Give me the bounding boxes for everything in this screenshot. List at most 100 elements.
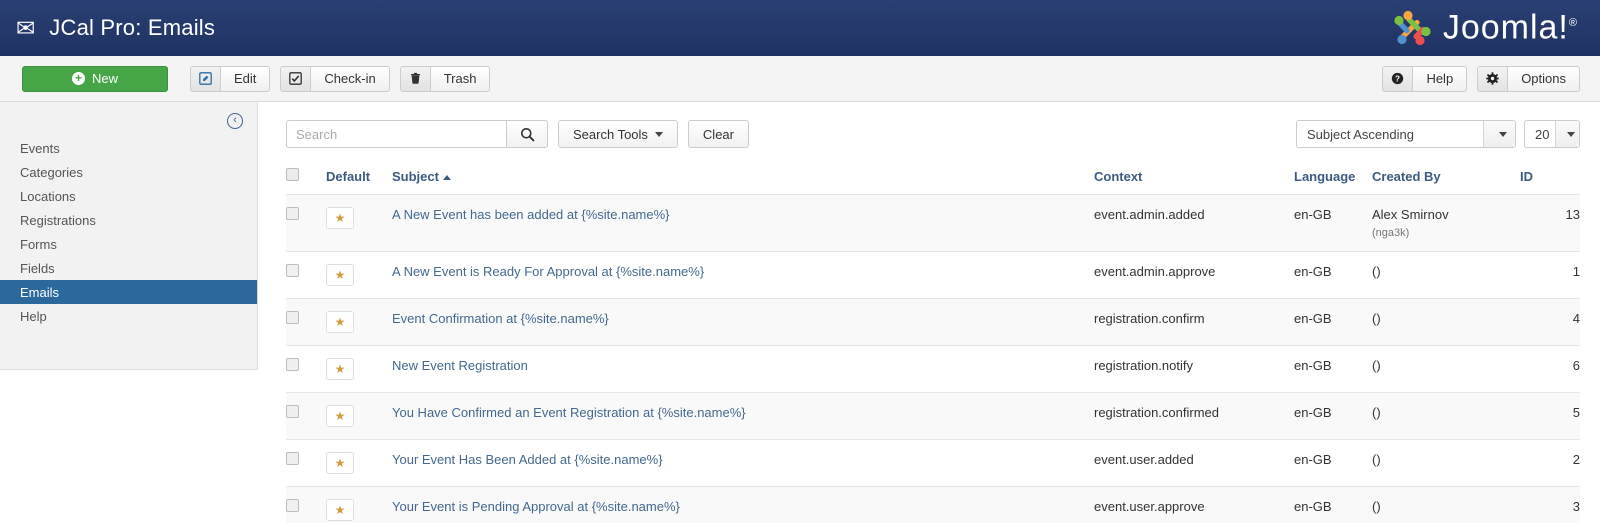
envelope-icon: ✉ [16, 14, 36, 41]
sidebar-item-registrations[interactable]: Registrations [0, 208, 257, 232]
star-icon[interactable]: ★ [326, 358, 354, 380]
subject-link[interactable]: A New Event is Ready For Approval at {%s… [392, 264, 704, 279]
language-cell: en-GB [1294, 194, 1372, 252]
clear-label: Clear [702, 126, 734, 142]
row-select-cell[interactable] [286, 194, 326, 252]
language-cell: en-GB [1294, 439, 1372, 487]
sidebar-item-emails[interactable]: Emails [0, 280, 257, 304]
row-select-cell[interactable] [286, 251, 326, 299]
column-header-context[interactable]: Context [1094, 164, 1294, 195]
default-cell[interactable]: ★ [326, 392, 392, 440]
chevron-down-icon [1483, 121, 1515, 147]
created-by-name: Alex Smirnov [1372, 207, 1449, 222]
sidebar-item-fields[interactable]: Fields [0, 256, 257, 280]
subject-link[interactable]: Your Event is Pending Approval at {%site… [392, 499, 680, 514]
subject-link[interactable]: You Have Confirmed an Event Registration… [392, 405, 746, 420]
star-icon[interactable]: ★ [326, 207, 354, 229]
search-icon [520, 127, 534, 141]
row-select-cell[interactable] [286, 439, 326, 487]
sort-select[interactable]: Subject Ascending [1296, 120, 1516, 148]
subject-link[interactable]: A New Event has been added at {%site.nam… [392, 207, 670, 222]
id-cell: 6 [1520, 345, 1580, 393]
id-cell: 13 [1520, 194, 1580, 252]
column-header-language[interactable]: Language [1294, 164, 1372, 195]
id-cell: 4 [1520, 298, 1580, 346]
sidebar-item-categories[interactable]: Categories [0, 160, 257, 184]
plus-circle-icon: + [71, 72, 85, 85]
row-checkbox[interactable] [286, 311, 299, 324]
checkin-button[interactable]: Check-in [280, 65, 390, 92]
row-checkbox[interactable] [286, 405, 299, 418]
sort-ascending-icon [442, 174, 451, 180]
checkin-button-label: Check-in [310, 65, 390, 92]
svg-text:?: ? [1395, 74, 1400, 83]
edit-button[interactable]: Edit [190, 65, 271, 92]
joomla-logo-mark [1394, 10, 1431, 45]
clear-button[interactable]: Clear [687, 120, 749, 148]
column-header-id[interactable]: ID [1520, 164, 1580, 195]
default-cell[interactable]: ★ [326, 345, 392, 393]
sidebar-item-events[interactable]: Events [0, 136, 257, 160]
star-icon[interactable]: ★ [326, 452, 354, 474]
column-header-default[interactable]: Default [326, 164, 392, 195]
star-icon[interactable]: ★ [326, 311, 354, 333]
default-cell[interactable]: ★ [326, 486, 392, 523]
sidebar-item-label: Help [20, 308, 47, 324]
subject-link[interactable]: Event Confirmation at {%site.name%} [392, 311, 609, 326]
column-header-subject[interactable]: Subject [392, 164, 1094, 195]
row-checkbox[interactable] [286, 499, 299, 512]
created-by-cell: () [1372, 439, 1520, 487]
table-header-row: Default Subject Context Language Created… [286, 164, 1580, 195]
context-value: event.user.added [1094, 452, 1194, 467]
default-cell[interactable]: ★ [326, 194, 392, 252]
star-icon[interactable]: ★ [326, 264, 354, 286]
row-checkbox[interactable] [286, 207, 299, 220]
sort-select-value: Subject Ascending [1307, 126, 1414, 142]
subject-cell: Your Event is Pending Approval at {%site… [392, 486, 1094, 523]
table-row: ★ A New Event is Ready For Approval at {%… [286, 251, 1580, 299]
row-select-cell[interactable] [286, 486, 326, 523]
select-all-checkbox[interactable] [286, 168, 299, 181]
list-limit-select[interactable]: 20 [1524, 120, 1580, 148]
subject-cell: New Event Registration [392, 345, 1094, 393]
subject-link[interactable]: New Event Registration [392, 358, 528, 373]
table-row: ★ New Event Registration registration.noti… [286, 345, 1580, 393]
star-icon[interactable]: ★ [326, 499, 354, 521]
search-button[interactable] [506, 120, 548, 148]
star-icon[interactable]: ★ [326, 405, 354, 427]
row-select-cell[interactable] [286, 392, 326, 440]
created-by-cell: () [1372, 251, 1520, 299]
context-value: event.admin.approve [1094, 264, 1216, 279]
sidebar-item-forms[interactable]: Forms [0, 232, 257, 256]
column-header-created-by[interactable]: Created By [1372, 164, 1520, 195]
toolbar-right-group: ? Help Options [1372, 65, 1580, 92]
id-cell: 5 [1520, 392, 1580, 440]
subject-cell: Event Confirmation at {%site.name%} [392, 298, 1094, 346]
new-button[interactable]: + New [22, 65, 168, 92]
options-button[interactable]: Options [1477, 65, 1580, 92]
sidebar-item-locations[interactable]: Locations [0, 184, 257, 208]
row-select-cell[interactable] [286, 298, 326, 346]
help-button[interactable]: ? Help [1382, 65, 1468, 92]
row-checkbox[interactable] [286, 358, 299, 371]
row-checkbox[interactable] [286, 452, 299, 465]
language-cell: en-GB [1294, 345, 1372, 393]
search-tools-button[interactable]: Search Tools [558, 120, 678, 148]
sidebar-collapse-button[interactable]: ‹ [0, 106, 257, 136]
id-cell: 2 [1520, 439, 1580, 487]
search-input[interactable] [286, 120, 506, 148]
filter-right-group: Subject Ascending 20 [1296, 120, 1580, 148]
select-all-header[interactable] [286, 164, 326, 195]
default-cell[interactable]: ★ [326, 251, 392, 299]
page-title: JCal Pro: Emails [49, 15, 216, 40]
trash-button[interactable]: Trash [399, 65, 491, 92]
edit-button-label: Edit [220, 65, 271, 92]
subject-link[interactable]: Your Event Has Been Added at {%site.name… [392, 452, 663, 467]
sidebar-item-help[interactable]: Help [0, 304, 257, 328]
row-checkbox[interactable] [286, 264, 299, 277]
language-cell: en-GB [1294, 251, 1372, 299]
row-select-cell[interactable] [286, 345, 326, 393]
default-cell[interactable]: ★ [326, 439, 392, 487]
subject-cell: You Have Confirmed an Event Registration… [392, 392, 1094, 440]
default-cell[interactable]: ★ [326, 298, 392, 346]
